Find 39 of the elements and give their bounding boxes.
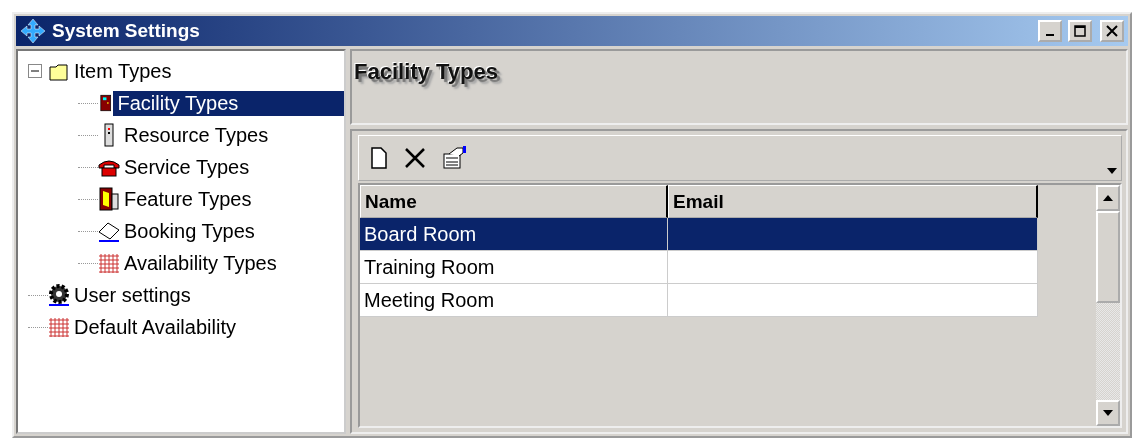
grid-icon bbox=[48, 315, 70, 339]
tree-item[interactable]: User settings bbox=[70, 282, 195, 308]
door-icon bbox=[98, 187, 120, 211]
new-document-button[interactable] bbox=[369, 146, 389, 170]
tree-item[interactable]: Resource Types bbox=[120, 122, 273, 148]
column-header[interactable]: Email bbox=[668, 185, 1038, 218]
tree-item[interactable]: Booking Types bbox=[120, 218, 259, 244]
vertical-scrollbar[interactable] bbox=[1096, 185, 1120, 426]
minimize-icon bbox=[1046, 34, 1054, 36]
table-cell[interactable] bbox=[668, 251, 1038, 284]
close-button[interactable] bbox=[1100, 20, 1124, 42]
properties-button[interactable] bbox=[441, 144, 469, 172]
minus-icon bbox=[31, 67, 39, 75]
tree-item[interactable]: Availability Types bbox=[120, 250, 281, 276]
table-cell[interactable] bbox=[668, 218, 1038, 251]
collapse-toggle[interactable] bbox=[28, 64, 42, 78]
maximize-icon bbox=[1074, 25, 1086, 37]
table-cell[interactable]: Training Room bbox=[360, 251, 668, 284]
panel-title: Facility Types bbox=[354, 59, 498, 84]
tree-item[interactable]: Service Types bbox=[120, 154, 254, 180]
gear-icon bbox=[48, 283, 70, 307]
up-arrow-icon bbox=[1103, 195, 1113, 201]
maximize-button[interactable] bbox=[1068, 20, 1092, 42]
window-title: System Settings bbox=[52, 20, 201, 42]
table-cell[interactable]: Board Room bbox=[360, 218, 668, 251]
minimize-button[interactable] bbox=[1038, 20, 1062, 42]
tree-item[interactable]: Default Availability bbox=[70, 314, 240, 340]
table-cell[interactable]: Meeting Room bbox=[360, 284, 668, 317]
tree-item[interactable]: Item Types bbox=[70, 58, 176, 84]
down-arrow-icon bbox=[1103, 410, 1113, 416]
move-arrows-icon bbox=[20, 18, 46, 44]
dropdown-arrow-icon[interactable] bbox=[1107, 168, 1117, 174]
table-cell[interactable] bbox=[668, 284, 1038, 317]
close-icon bbox=[1106, 25, 1118, 37]
column-header[interactable]: Name bbox=[360, 185, 668, 218]
tree-item[interactable]: Facility Types bbox=[113, 90, 344, 116]
grid-icon bbox=[98, 251, 120, 275]
delete-button[interactable] bbox=[403, 146, 427, 170]
tree-item[interactable]: Feature Types bbox=[120, 186, 256, 212]
